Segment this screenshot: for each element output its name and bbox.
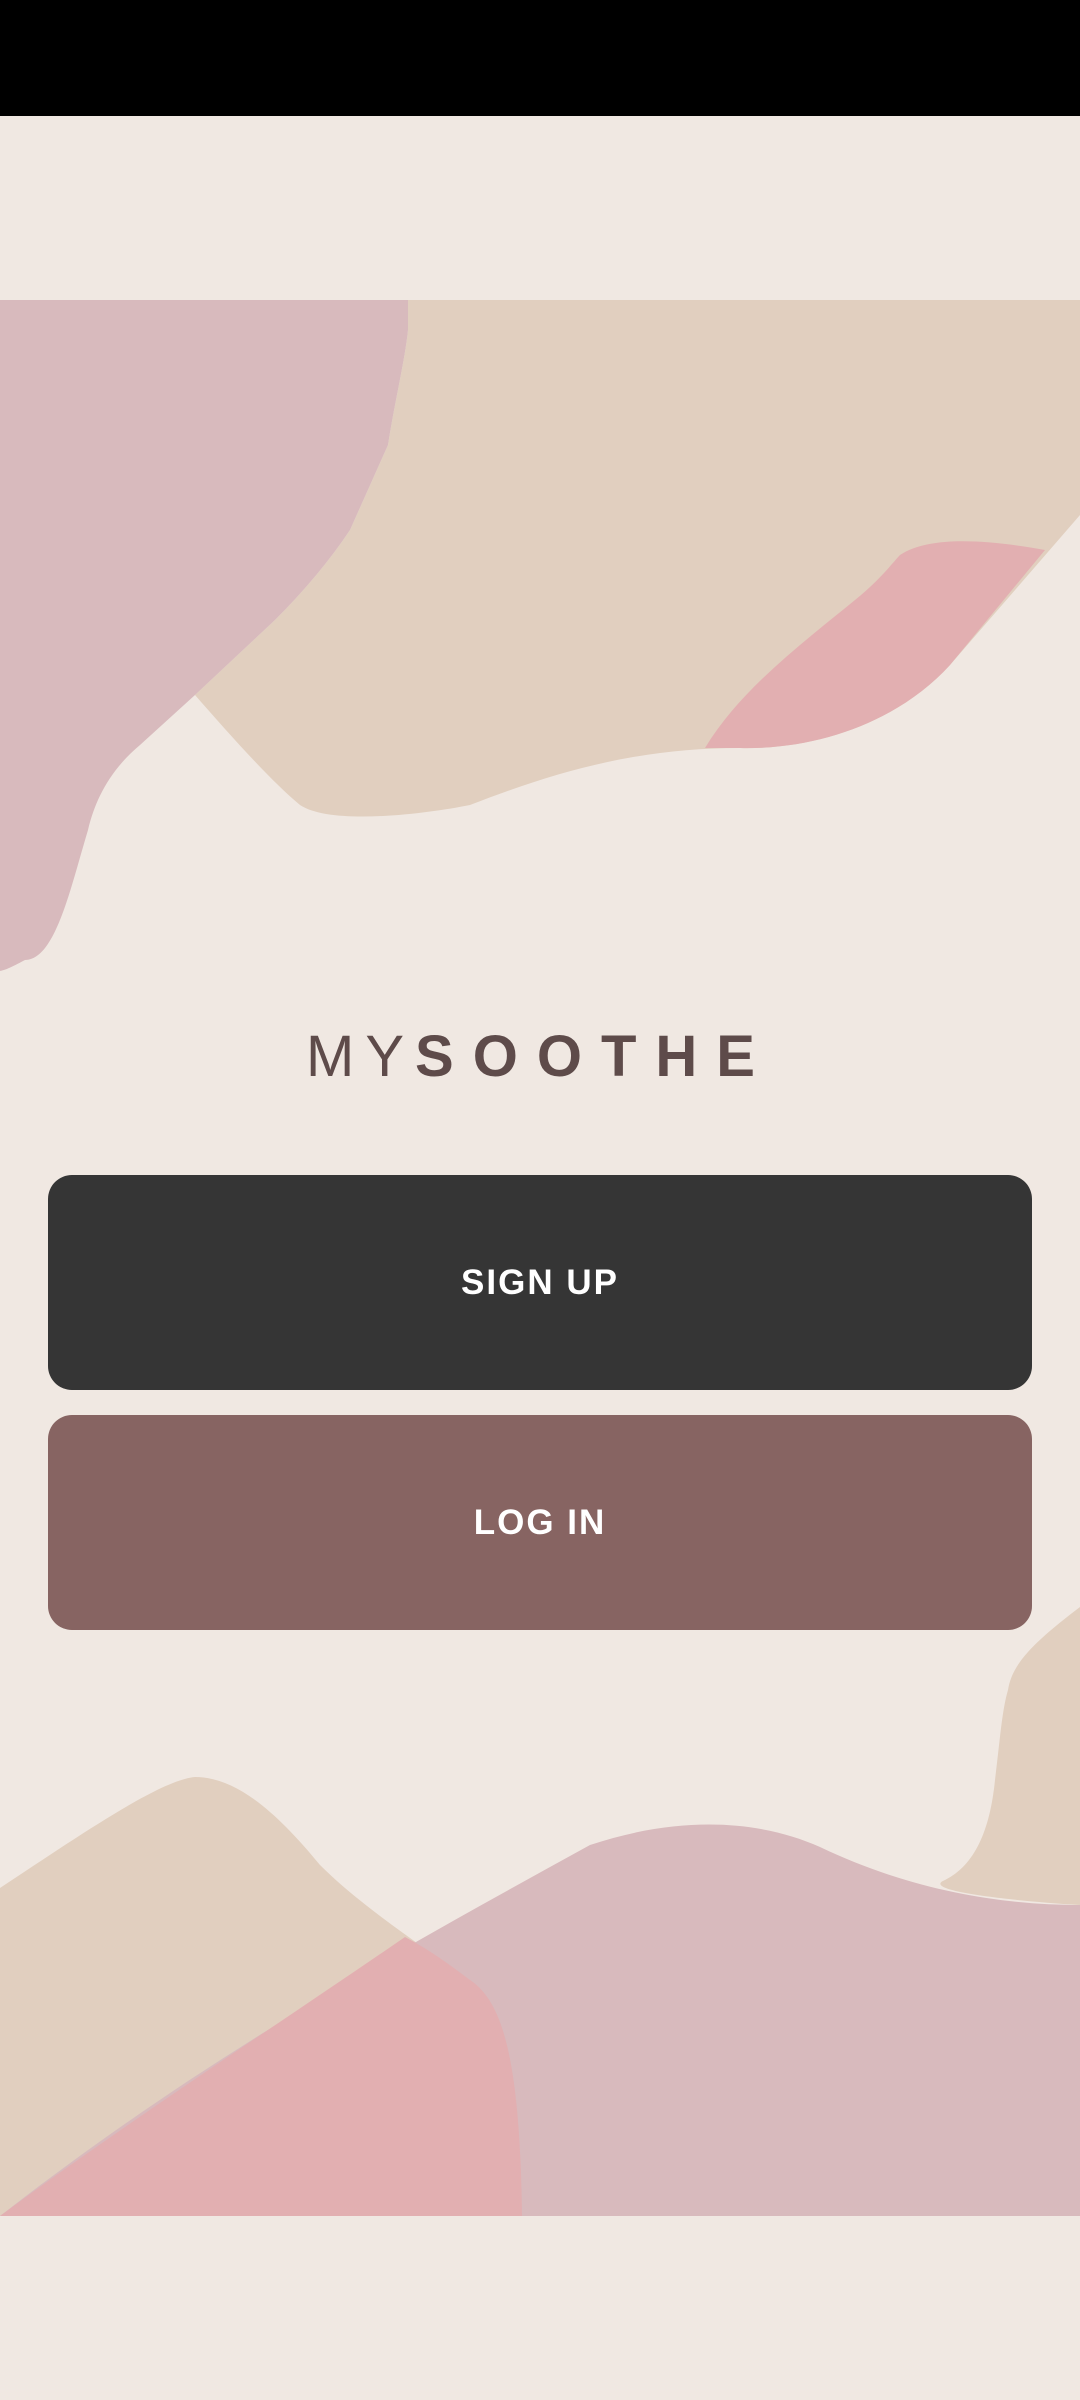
log-in-button[interactable]: LOG IN — [48, 1415, 1032, 1630]
bottom-right-sand-blob — [940, 1607, 1080, 1905]
welcome-screen: MYSOOTHE SIGN UP LOG IN — [0, 0, 1080, 2400]
logo-prefix: MY — [306, 1024, 416, 1089]
bottom-blobs — [0, 1607, 1080, 2216]
logo-name: SOOTHE — [415, 1024, 774, 1089]
sign-up-button[interactable]: SIGN UP — [48, 1175, 1032, 1390]
top-blobs — [0, 300, 1080, 971]
app-logo: MYSOOTHE — [0, 1025, 1080, 1089]
sign-up-label: SIGN UP — [461, 1262, 619, 1302]
log-in-label: LOG IN — [473, 1502, 607, 1542]
